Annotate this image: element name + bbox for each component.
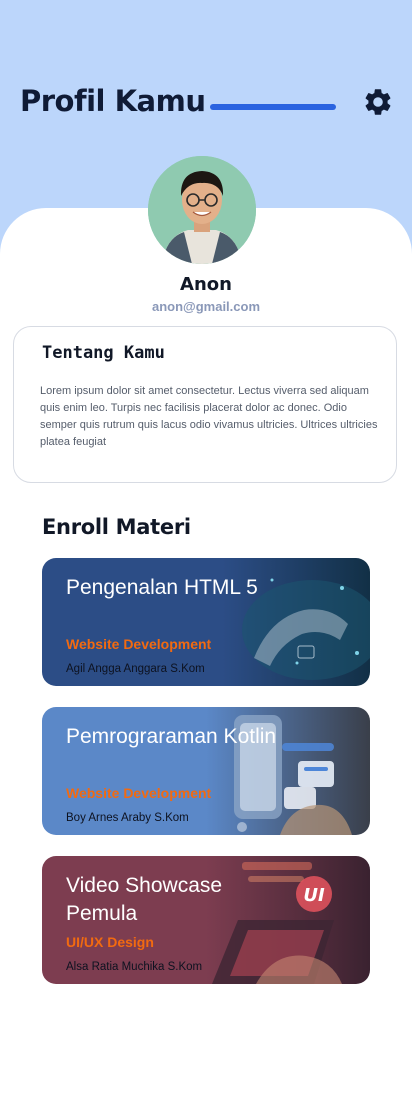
course-card[interactable]: Pengenalan HTML 5 Website Development Ag… — [42, 558, 370, 686]
course-title: Video Showcase Pemula — [66, 874, 223, 925]
course-category: UI/UX Design — [66, 934, 154, 950]
course-card[interactable]: Pemrograraman Kotlin Website Development… — [42, 707, 370, 835]
svg-text:UI: UI — [303, 885, 325, 906]
course-mentor: Boy Arnes Araby S.Kom — [66, 812, 189, 824]
user-name: Anon — [180, 274, 232, 295]
gear-icon[interactable] — [362, 86, 394, 118]
course-mentor: Agil Angga Anggara S.Kom — [66, 663, 205, 675]
avatar — [148, 156, 256, 264]
title-underline — [210, 104, 336, 110]
user-email: anon@gmail.com — [151, 299, 261, 314]
about-card: Tentang Kamu Lorem ipsum dolor sit amet … — [13, 326, 397, 483]
about-text: Lorem ipsum dolor sit amet consectetur. … — [40, 385, 378, 448]
course-category: Website Development — [66, 785, 212, 801]
about-title: Tentang Kamu — [42, 343, 165, 363]
course-title: Pemrograraman Kotlin — [66, 725, 277, 748]
course-title: Pengenalan HTML 5 — [66, 576, 258, 599]
enroll-section-title: Enroll Materi — [42, 515, 191, 539]
course-mentor: Alsa Ratia Muchika S.Kom — [66, 961, 203, 973]
course-card[interactable]: UI Video Showcase Pemula UI/UX Design Al… — [42, 856, 370, 984]
page-title: Profil Kamu — [20, 84, 206, 118]
course-category: Website Development — [66, 636, 212, 652]
